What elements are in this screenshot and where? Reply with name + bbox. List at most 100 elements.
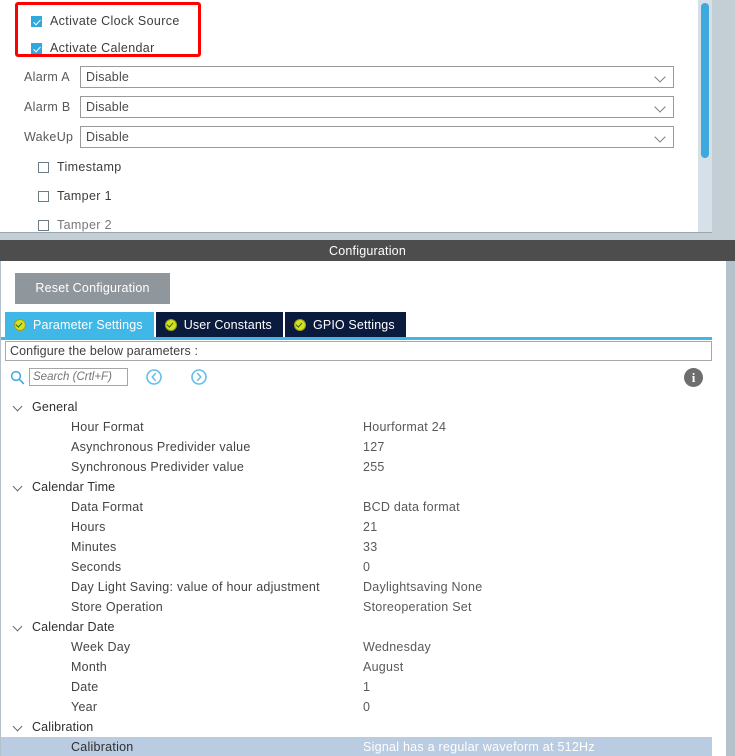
tree-group-label: Calendar Time (32, 480, 116, 494)
dropdown-wakeup[interactable]: Disable (80, 126, 674, 148)
tree-param-label: Day Light Saving: value of hour adjustme… (71, 580, 320, 594)
checkbox-row-tamper-2[interactable]: Tamper 2 (38, 216, 112, 232)
tree-param-row[interactable]: Calibration Signal has a regular waveform… (1, 737, 713, 756)
hint-text: Configure the below parameters : (10, 344, 199, 358)
tree-param-value[interactable]: Hourformat 24 (363, 420, 446, 434)
tree-param-row[interactable]: Minutes 33 (1, 537, 713, 557)
dropdown-alarm-b[interactable]: Disable (80, 96, 674, 118)
search-input[interactable] (29, 368, 128, 386)
tree-param-value[interactable]: BCD data format (363, 500, 460, 514)
hint-box: Configure the below parameters : (5, 341, 712, 361)
checkbox-timestamp[interactable] (38, 161, 49, 173)
dropdown-value-wakeup: Disable (86, 130, 130, 144)
checkbox-label-timestamp: Timestamp (57, 160, 122, 174)
tree-group-row[interactable]: Calendar Time (1, 477, 713, 497)
tab-parameter-settings[interactable]: Parameter Settings (5, 312, 154, 337)
top-panel-scrollbar-thumb[interactable] (701, 3, 709, 158)
tab-label-user-constants: User Constants (183, 317, 272, 332)
tree-param-value[interactable]: 1 (363, 680, 370, 694)
tree-param-row[interactable]: Hours 21 (1, 517, 713, 537)
tree-param-label: Minutes (71, 540, 117, 554)
tree-param-row[interactable]: Year 0 (1, 697, 713, 717)
next-match-icon[interactable] (190, 368, 208, 386)
tree-param-label: Year (71, 700, 98, 714)
checkbox-row-timestamp[interactable]: Timestamp (38, 158, 122, 176)
parameter-tree[interactable]: General Hour Format Hourformat 24 Asynchron… (1, 397, 713, 756)
tree-param-row[interactable]: Synchronous Predivider value 255 (1, 457, 713, 477)
reset-configuration-button[interactable]: Reset Configuration (15, 273, 170, 304)
tab-user-constants[interactable]: User Constants (155, 312, 283, 337)
tree-param-value[interactable]: August (363, 660, 403, 674)
chevron-down-icon (656, 133, 665, 142)
tree-param-row[interactable]: Hour Format Hourformat 24 (1, 417, 713, 437)
tree-param-value[interactable]: 0 (363, 700, 370, 714)
tree-param-label: Week Day (71, 640, 131, 654)
combo-row-wakeup: WakeUp Disable (24, 126, 674, 148)
dropdown-alarm-a[interactable]: Disable (80, 66, 674, 88)
tree-param-label: Month (71, 660, 107, 674)
combo-row-alarm-a: Alarm A Disable (24, 66, 674, 88)
tree-param-value[interactable]: Daylightsaving None (363, 580, 482, 594)
checkbox-row-activate-calendar[interactable]: Activate Calendar (31, 39, 155, 57)
top-panel-scrollbar-track[interactable] (698, 0, 712, 232)
checkbox-row-activate-clock-source[interactable]: Activate Clock Source (31, 12, 180, 30)
configuration-titlebar: Configuration (0, 240, 735, 261)
info-icon[interactable]: i (684, 368, 703, 387)
checkbox-label-tamper-2: Tamper 2 (57, 218, 112, 232)
tree-param-row[interactable]: Store Operation Storeoperation Set (1, 597, 713, 617)
checkbox-activate-calendar[interactable] (31, 42, 42, 54)
tree-group-label: Calibration (32, 720, 94, 734)
chevron-down-icon (656, 103, 665, 112)
check-badge-icon (293, 318, 306, 331)
tree-param-label: Date (71, 680, 99, 694)
tree-param-row[interactable]: Day Light Saving: value of hour adjustme… (1, 577, 713, 597)
tree-param-value[interactable]: Signal has a regular waveform at 512Hz (363, 740, 595, 754)
tree-group-label: General (32, 400, 78, 414)
checkbox-row-tamper-1[interactable]: Tamper 1 (38, 187, 112, 205)
checkbox-tamper-2[interactable] (38, 219, 49, 231)
tab-gpio-settings[interactable]: GPIO Settings (284, 312, 406, 337)
previous-match-icon[interactable] (145, 368, 163, 386)
tree-param-value[interactable]: 127 (363, 440, 385, 454)
combo-row-alarm-b: Alarm B Disable (24, 96, 674, 118)
tree-param-row[interactable]: Asynchronous Predivider value 127 (1, 437, 713, 457)
tree-param-value[interactable]: 33 (363, 540, 377, 554)
search-icon[interactable] (10, 370, 25, 385)
chevron-down-icon[interactable] (12, 481, 25, 494)
tree-param-value[interactable]: 0 (363, 560, 370, 574)
tree-param-value[interactable]: 21 (363, 520, 377, 534)
peripheral-mode-panel-content: Activate Clock Source Activate Calendar … (0, 0, 712, 233)
configuration-title: Configuration (329, 243, 406, 258)
combo-label-wakeup: WakeUp (24, 130, 74, 144)
checkbox-activate-clock-source[interactable] (31, 15, 42, 27)
checkbox-label-activate-calendar: Activate Calendar (50, 41, 155, 55)
tree-param-row[interactable]: Week Day Wednesday (1, 637, 713, 657)
chevron-down-icon[interactable] (12, 621, 25, 634)
dropdown-value-alarm-a: Disable (86, 70, 130, 84)
chevron-down-icon (656, 73, 665, 82)
tree-param-row[interactable]: Seconds 0 (1, 557, 713, 577)
tree-group-row[interactable]: Calibration (1, 717, 713, 737)
tree-param-value[interactable]: 255 (363, 460, 385, 474)
configuration-tabbar: Parameter Settings User Constants GPIO S… (5, 312, 408, 337)
chevron-down-icon[interactable] (12, 401, 25, 414)
chevron-down-icon[interactable] (12, 721, 25, 734)
search-toolbar: i (1, 365, 713, 393)
tree-param-row[interactable]: Data Format BCD data format (1, 497, 713, 517)
tree-param-row[interactable]: Month August (1, 657, 713, 677)
tree-group-row[interactable]: Calendar Date (1, 617, 713, 637)
checkbox-tamper-1[interactable] (38, 190, 49, 202)
tree-param-label: Data Format (71, 500, 144, 514)
checkbox-label-tamper-1: Tamper 1 (57, 189, 112, 203)
panel-right-edge (726, 261, 735, 756)
tree-param-label: Hours (71, 520, 106, 534)
tree-group-row[interactable]: General (1, 397, 713, 417)
tree-param-label: Seconds (71, 560, 122, 574)
tree-param-label: Hour Format (71, 420, 144, 434)
tree-param-value[interactable]: Storeoperation Set (363, 600, 472, 614)
tree-group-label: Calendar Date (32, 620, 115, 634)
tree-param-value[interactable]: Wednesday (363, 640, 431, 654)
tree-param-label: Calibration (71, 740, 134, 754)
tree-param-row[interactable]: Date 1 (1, 677, 713, 697)
check-badge-icon (164, 318, 177, 331)
